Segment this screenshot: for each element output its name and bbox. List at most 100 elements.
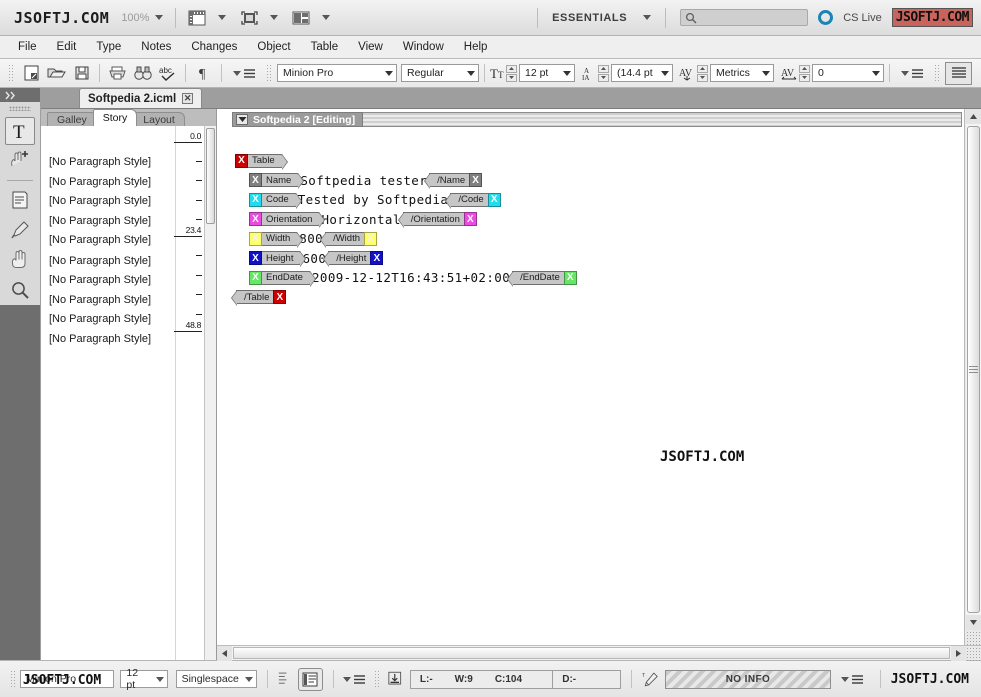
zoom-level-chevron-down-icon[interactable]: [155, 15, 164, 20]
paragraph-style-label[interactable]: [No Paragraph Style]: [41, 176, 175, 196]
xml-row-root-close[interactable]: /Table X: [230, 288, 577, 308]
xml-open-tag[interactable]: X Table: [235, 153, 288, 170]
menu-window[interactable]: Window: [393, 38, 454, 56]
xml-structure-content[interactable]: X Table X Name Softpedia tester /Name X …: [230, 151, 577, 308]
menu-file[interactable]: File: [8, 38, 47, 56]
menu-edit[interactable]: Edit: [47, 38, 87, 56]
control-panel-section-handle[interactable]: [266, 63, 273, 83]
screen-mode-chevron-down-icon[interactable]: [270, 15, 279, 20]
xml-open-tag[interactable]: X Orientation: [249, 212, 327, 229]
scroll-thumb[interactable]: [233, 647, 950, 659]
xml-close-tag[interactable]: /Name X: [424, 173, 483, 190]
galley-view-toggle-button[interactable]: [297, 667, 323, 691]
stepper-up-icon[interactable]: [506, 64, 517, 73]
scroll-up-arrow-icon[interactable]: [965, 109, 981, 124]
workspace-switcher-label[interactable]: ESSENTIALS: [552, 12, 627, 24]
control-panel-menu-button[interactable]: [233, 68, 256, 79]
stepper-down-icon[interactable]: [697, 73, 708, 82]
status-bar-section-handle[interactable]: [374, 669, 381, 689]
xml-open-tag[interactable]: X Name: [249, 173, 305, 190]
tab-story[interactable]: Story: [92, 109, 138, 126]
menu-type[interactable]: Type: [86, 38, 131, 56]
paragraph-style-label[interactable]: [No Paragraph Style]: [41, 274, 175, 294]
resize-grip-icon[interactable]: [966, 646, 981, 661]
kerning-select[interactable]: Metrics: [710, 64, 774, 82]
xml-close-tag[interactable]: /EndDate X: [507, 270, 577, 287]
arrange-documents-button[interactable]: [292, 10, 331, 26]
xml-close-tag[interactable]: /Orientation X: [397, 212, 477, 229]
search-input[interactable]: [680, 9, 809, 26]
copyfit-icon[interactable]: [388, 670, 402, 688]
leading-select[interactable]: (14.4 pt: [611, 64, 673, 82]
tab-galley[interactable]: Galley: [47, 112, 97, 126]
tab-layout[interactable]: Layout: [133, 112, 185, 126]
xml-open-tag[interactable]: X Code: [249, 192, 302, 209]
font-size-stepper[interactable]: [506, 64, 517, 82]
stepper-down-icon[interactable]: [598, 73, 609, 82]
story-canvas[interactable]: Softpedia 2 [Editing] X Table X Name Sof…: [217, 109, 964, 645]
xml-row[interactable]: X Code Tested by Softpedia /Code X: [235, 190, 577, 210]
tools-panel-drag-handle[interactable]: [9, 106, 31, 111]
zoom-tool[interactable]: [5, 276, 35, 304]
character-panel-menu-button[interactable]: [901, 68, 924, 79]
xml-close-tag[interactable]: /Code X: [445, 192, 501, 209]
xml-row-root-open[interactable]: X Table: [235, 151, 577, 171]
kerning-stepper[interactable]: [697, 64, 708, 82]
status-font-size-select[interactable]: 12 pt: [120, 667, 168, 691]
zoom-level-value[interactable]: 100%: [121, 12, 149, 24]
paragraph-style-label[interactable]: [No Paragraph Style]: [41, 215, 175, 235]
xml-row[interactable]: X Width 800 /Width X: [235, 229, 577, 249]
eyedropper-tool[interactable]: [5, 216, 35, 244]
spell-check-button[interactable]: abc: [155, 62, 180, 84]
stepper-up-icon[interactable]: [697, 64, 708, 73]
type-tool[interactable]: T: [5, 117, 35, 145]
xml-text-value[interactable]: Tested by Softpedia: [297, 192, 450, 207]
xml-text-value[interactable]: Horizontal: [320, 212, 401, 227]
scroll-track[interactable]: [232, 646, 951, 660]
galley-scrollbar[interactable]: [204, 126, 216, 660]
scroll-track[interactable]: [965, 124, 981, 615]
leading-stepper[interactable]: [598, 64, 609, 82]
xml-text-value[interactable]: 2009-12-12T16:43:51+02:00: [311, 270, 511, 285]
story-header-drag-stripe[interactable]: [363, 112, 962, 127]
arrange-documents-chevron-down-icon[interactable]: [322, 15, 331, 20]
assignment-panel-menu-button[interactable]: [840, 674, 864, 685]
paragraph-style-label[interactable]: [No Paragraph Style]: [41, 294, 175, 314]
stepper-down-icon[interactable]: [506, 73, 517, 82]
resize-grip-icon[interactable]: [965, 630, 981, 645]
story-header-tab[interactable]: Softpedia 2 [Editing]: [232, 112, 364, 127]
open-document-button[interactable]: [44, 62, 69, 84]
xml-open-tag[interactable]: X Height: [249, 251, 308, 268]
print-button[interactable]: [105, 62, 130, 84]
font-family-select[interactable]: Minion Pro: [277, 64, 397, 82]
menu-object[interactable]: Object: [247, 38, 300, 56]
show-hidden-characters-button[interactable]: ¶: [191, 62, 216, 84]
save-button[interactable]: [69, 62, 94, 84]
tools-panel-collapse-button[interactable]: [0, 88, 40, 102]
paragraph-style-label[interactable]: [No Paragraph Style]: [41, 255, 175, 275]
xml-close-tag[interactable]: /Table X: [230, 290, 287, 307]
story-vertical-scrollbar[interactable]: [964, 109, 981, 645]
cs-live-label[interactable]: CS Live: [843, 12, 882, 24]
paragraph-style-label[interactable]: [No Paragraph Style]: [41, 333, 175, 353]
xml-close-tag[interactable]: /Height X: [323, 251, 384, 268]
control-panel-drag-handle[interactable]: [8, 63, 15, 83]
control-panel-section-handle[interactable]: [934, 63, 941, 83]
new-document-button[interactable]: [19, 62, 44, 84]
notes-panel-tool[interactable]: [5, 186, 35, 214]
paragraph-style-label[interactable]: [No Paragraph Style]: [41, 156, 175, 176]
menu-changes[interactable]: Changes: [181, 38, 247, 56]
xml-row[interactable]: X Orientation Horizontal /Orientation X: [235, 210, 577, 230]
tracking-stepper[interactable]: [799, 64, 810, 82]
scroll-right-arrow-icon[interactable]: [951, 646, 966, 661]
menu-help[interactable]: Help: [454, 38, 498, 56]
document-tab[interactable]: Softpedia 2.icml ✕: [79, 88, 203, 108]
scroll-down-arrow-icon[interactable]: [965, 615, 981, 630]
stepper-down-icon[interactable]: [799, 73, 810, 82]
note-tool[interactable]: [5, 147, 35, 175]
xml-text-value[interactable]: Softpedia tester: [299, 173, 428, 188]
font-style-select[interactable]: Regular: [401, 64, 479, 82]
galley-scrollbar-thumb[interactable]: [206, 128, 215, 224]
workspace-chevron-down-icon[interactable]: [643, 15, 652, 20]
disclosure-triangle-icon[interactable]: [236, 114, 248, 125]
